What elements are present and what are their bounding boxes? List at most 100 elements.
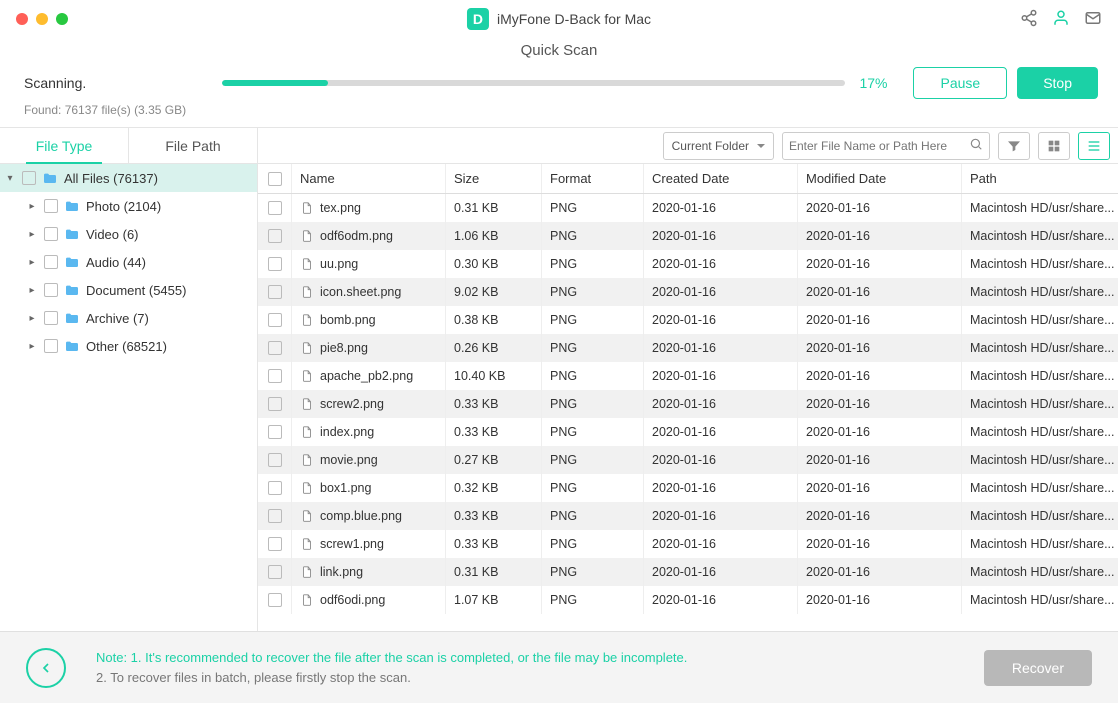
table-row[interactable]: odf6odi.png1.07 KBPNG2020-01-162020-01-1… <box>258 586 1118 614</box>
table-row[interactable]: comp.blue.png0.33 KBPNG2020-01-162020-01… <box>258 502 1118 530</box>
search-input[interactable] <box>789 139 963 153</box>
pause-button[interactable]: Pause <box>913 67 1007 99</box>
tree-label: All Files (76137) <box>64 171 158 186</box>
file-name: index.png <box>320 425 374 439</box>
titlebar: D iMyFone D-Back for Mac <box>0 0 1118 38</box>
folder-icon <box>64 199 80 213</box>
recover-button[interactable]: Recover <box>984 650 1092 686</box>
tree-label: Audio (44) <box>86 255 146 270</box>
row-checkbox[interactable] <box>268 369 282 383</box>
row-checkbox[interactable] <box>268 481 282 495</box>
table-row[interactable]: bomb.png0.38 KBPNG2020-01-162020-01-16Ma… <box>258 306 1118 334</box>
table-row[interactable]: odf6odm.png1.06 KBPNG2020-01-162020-01-1… <box>258 222 1118 250</box>
file-created: 2020-01-16 <box>644 530 798 558</box>
grid-view-button[interactable] <box>1038 132 1070 160</box>
tree-checkbox[interactable] <box>44 227 58 241</box>
row-checkbox[interactable] <box>268 257 282 271</box>
table-row[interactable]: movie.png0.27 KBPNG2020-01-162020-01-16M… <box>258 446 1118 474</box>
column-path[interactable]: Path <box>962 164 1118 193</box>
file-icon <box>300 508 314 524</box>
window-close-button[interactable] <box>16 13 28 25</box>
tree-checkbox[interactable] <box>22 171 36 185</box>
tab-file-path[interactable]: File Path <box>129 128 257 163</box>
tree-item[interactable]: ▸Video (6) <box>0 220 257 248</box>
share-icon[interactable] <box>1020 9 1038 30</box>
table-row[interactable]: tex.png0.31 KBPNG2020-01-162020-01-16Mac… <box>258 194 1118 222</box>
row-checkbox[interactable] <box>268 341 282 355</box>
tree-label: Document (5455) <box>86 283 186 298</box>
search-box[interactable] <box>782 132 990 160</box>
row-checkbox[interactable] <box>268 285 282 299</box>
tree-label: Photo (2104) <box>86 199 161 214</box>
file-created: 2020-01-16 <box>644 558 798 586</box>
chevron-down-icon[interactable]: ▾ <box>4 173 16 184</box>
row-checkbox[interactable] <box>268 537 282 551</box>
tab-file-type[interactable]: File Type <box>0 128 129 163</box>
row-checkbox[interactable] <box>268 229 282 243</box>
table-row[interactable]: apache_pb2.png10.40 KBPNG2020-01-162020-… <box>258 362 1118 390</box>
tree-item[interactable]: ▸Other (68521) <box>0 332 257 360</box>
list-view-button[interactable] <box>1078 132 1110 160</box>
table-row[interactable]: screw1.png0.33 KBPNG2020-01-162020-01-16… <box>258 530 1118 558</box>
chevron-right-icon[interactable]: ▸ <box>26 313 38 324</box>
note-line-1: Note: 1. It's recommended to recover the… <box>96 648 954 668</box>
stop-button[interactable]: Stop <box>1017 67 1098 99</box>
chevron-right-icon[interactable]: ▸ <box>26 341 38 352</box>
table-row[interactable]: box1.png0.32 KBPNG2020-01-162020-01-16Ma… <box>258 474 1118 502</box>
tree-item[interactable]: ▸ Audio (44) <box>0 248 257 276</box>
table-row[interactable]: uu.png0.30 KBPNG2020-01-162020-01-16Maci… <box>258 250 1118 278</box>
file-modified: 2020-01-16 <box>798 390 962 418</box>
file-icon <box>300 368 314 384</box>
chevron-right-icon[interactable]: ▸ <box>26 257 38 268</box>
filter-button[interactable] <box>998 132 1030 160</box>
tree-checkbox[interactable] <box>44 255 58 269</box>
row-checkbox[interactable] <box>268 313 282 327</box>
window-minimize-button[interactable] <box>36 13 48 25</box>
chevron-right-icon[interactable]: ▸ <box>26 285 38 296</box>
row-checkbox[interactable] <box>268 593 282 607</box>
table-row[interactable]: screw2.png0.33 KBPNG2020-01-162020-01-16… <box>258 390 1118 418</box>
file-created: 2020-01-16 <box>644 194 798 222</box>
file-size: 9.02 KB <box>446 278 542 306</box>
table-row[interactable]: icon.sheet.png9.02 KBPNG2020-01-162020-0… <box>258 278 1118 306</box>
chevron-right-icon[interactable]: ▸ <box>26 229 38 240</box>
column-modified[interactable]: Modified Date <box>798 164 962 193</box>
tree-checkbox[interactable] <box>44 339 58 353</box>
folder-select[interactable]: Current Folder <box>663 132 774 160</box>
tree-checkbox[interactable] <box>44 283 58 297</box>
tree-item[interactable]: ▸ Photo (2104) <box>0 192 257 220</box>
file-created: 2020-01-16 <box>644 278 798 306</box>
file-created: 2020-01-16 <box>644 334 798 362</box>
file-name: odf6odi.png <box>320 593 385 607</box>
user-icon[interactable] <box>1052 9 1070 30</box>
column-name[interactable]: Name <box>292 164 446 193</box>
header-checkbox[interactable] <box>258 164 292 193</box>
window-maximize-button[interactable] <box>56 13 68 25</box>
mail-icon[interactable] <box>1084 9 1102 30</box>
search-icon[interactable] <box>969 137 983 154</box>
file-path: Macintosh HD/usr/share... <box>962 418 1118 446</box>
table-row[interactable]: index.png0.33 KBPNG2020-01-162020-01-16M… <box>258 418 1118 446</box>
tree-item[interactable]: ▸ Document (5455) <box>0 276 257 304</box>
file-modified: 2020-01-16 <box>798 306 962 334</box>
column-format[interactable]: Format <box>542 164 644 193</box>
tree-item[interactable]: ▸Archive (7) <box>0 304 257 332</box>
table-row[interactable]: pie8.png0.26 KBPNG2020-01-162020-01-16Ma… <box>258 334 1118 362</box>
column-size[interactable]: Size <box>446 164 542 193</box>
tree-checkbox[interactable] <box>44 199 58 213</box>
column-created[interactable]: Created Date <box>644 164 798 193</box>
row-checkbox[interactable] <box>268 509 282 523</box>
row-checkbox[interactable] <box>268 397 282 411</box>
file-path: Macintosh HD/usr/share... <box>962 278 1118 306</box>
chevron-right-icon[interactable]: ▸ <box>26 201 38 212</box>
table-row[interactable]: link.png0.31 KBPNG2020-01-162020-01-16Ma… <box>258 558 1118 586</box>
tree-checkbox[interactable] <box>44 311 58 325</box>
row-checkbox[interactable] <box>268 201 282 215</box>
back-button[interactable] <box>26 648 66 688</box>
tree-item[interactable]: ▾ All Files (76137) <box>0 164 257 192</box>
row-checkbox[interactable] <box>268 565 282 579</box>
row-checkbox[interactable] <box>268 453 282 467</box>
file-modified: 2020-01-16 <box>798 194 962 222</box>
row-checkbox[interactable] <box>268 425 282 439</box>
file-size: 0.33 KB <box>446 530 542 558</box>
